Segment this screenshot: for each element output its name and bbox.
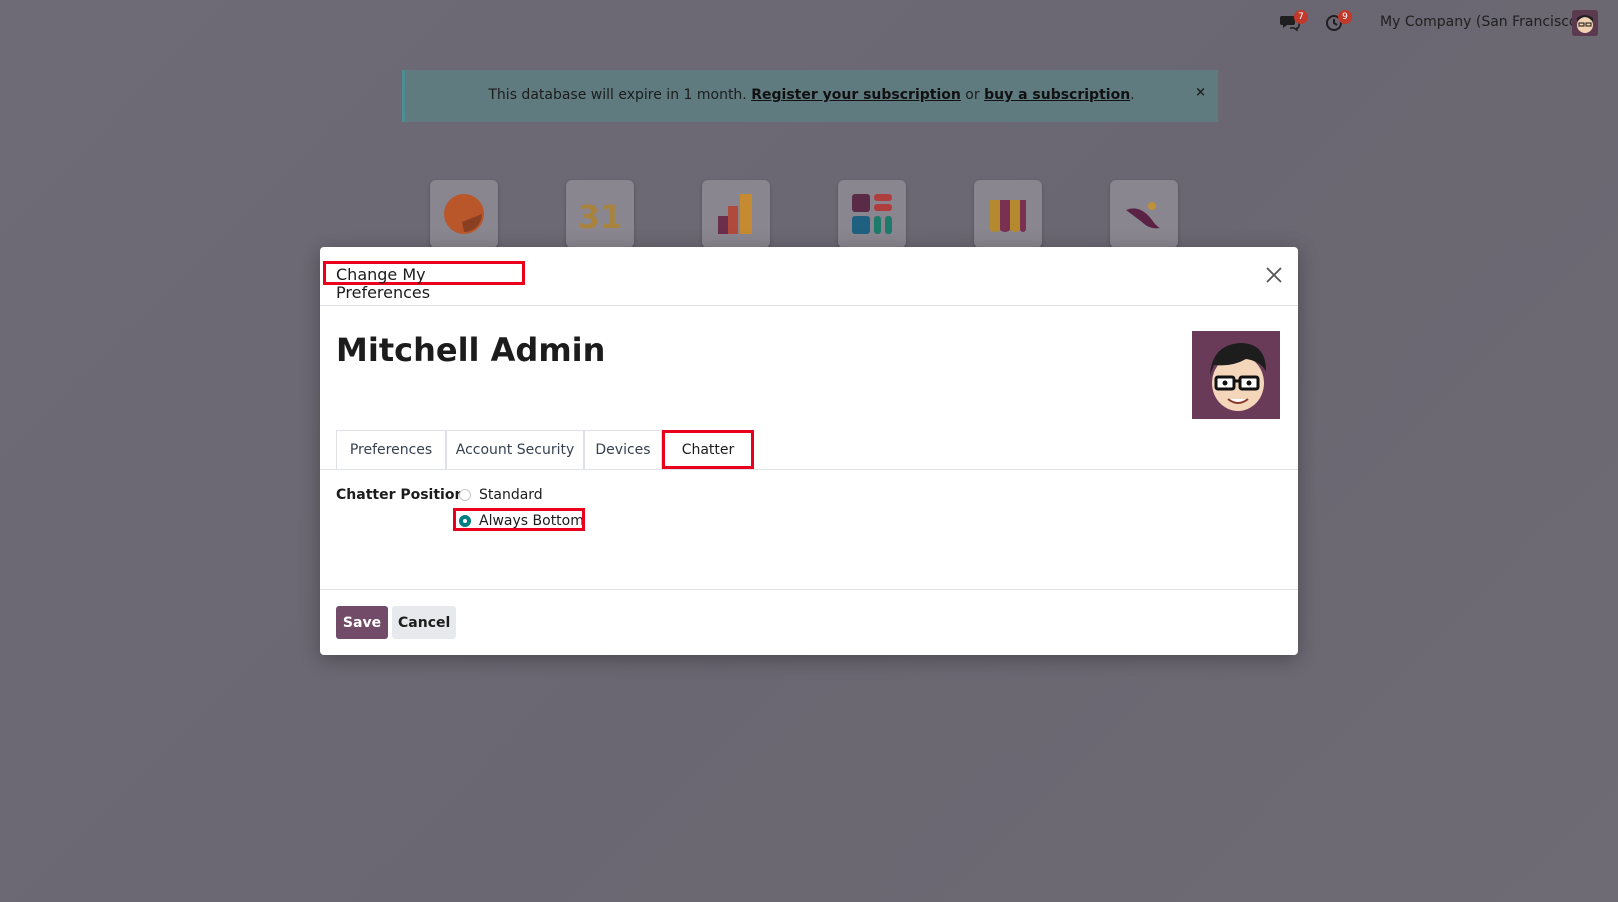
preferences-dialog: Change My Preferences Mitchell Admin Pre… xyxy=(320,247,1298,655)
app-dashboards[interactable] xyxy=(702,180,770,248)
app-apps[interactable] xyxy=(838,180,906,248)
app-discuss[interactable] xyxy=(430,180,498,248)
save-button[interactable]: Save xyxy=(336,606,388,639)
tab-preferences[interactable]: Preferences xyxy=(336,430,446,469)
quill-icon xyxy=(1126,202,1160,229)
messages-badge: 7 xyxy=(1294,10,1308,24)
chatter-position-label: Chatter Position xyxy=(336,487,465,503)
tab-devices[interactable]: Devices xyxy=(584,430,662,469)
user-photo[interactable] xyxy=(1192,331,1280,419)
shop-icon xyxy=(990,200,1026,232)
activities-button[interactable]: 9 xyxy=(1324,10,1352,36)
tabs-divider xyxy=(320,469,1298,470)
messages-button[interactable]: 7 xyxy=(1280,10,1308,36)
top-navbar: 7 9 My Company (San Francisco) xyxy=(0,0,1618,46)
company-switcher[interactable]: My Company (San Francisco) xyxy=(1380,14,1583,30)
svg-text:31: 31 xyxy=(578,198,622,236)
dashboards-icon xyxy=(718,194,752,234)
discuss-icon xyxy=(444,194,484,234)
tab-account-security[interactable]: Account Security xyxy=(446,430,584,469)
dialog-close-button[interactable] xyxy=(1264,265,1284,285)
tab-chatter[interactable]: Chatter xyxy=(662,430,754,469)
banner-close-button[interactable]: × xyxy=(1195,85,1206,100)
cancel-button[interactable]: Cancel xyxy=(392,606,456,639)
footer-divider xyxy=(320,589,1298,590)
user-name-heading: Mitchell Admin xyxy=(336,331,606,369)
register-subscription-link[interactable]: Register your subscription xyxy=(751,87,961,103)
avatar-icon xyxy=(1572,10,1598,36)
user-avatar-menu[interactable] xyxy=(1572,10,1598,36)
dialog-header: Change My Preferences xyxy=(320,247,1298,306)
activities-badge: 9 xyxy=(1338,10,1352,24)
user-avatar-image xyxy=(1192,331,1280,419)
highlight-always-bottom xyxy=(453,508,585,531)
calendar-icon: 31 xyxy=(578,198,622,236)
app-shop[interactable] xyxy=(974,180,1042,248)
apps-grid-icon xyxy=(852,194,892,234)
banner-text: This database will expire in 1 month. Re… xyxy=(488,87,1135,103)
close-icon xyxy=(1266,267,1282,283)
subscription-banner: This database will expire in 1 month. Re… xyxy=(402,70,1218,122)
radio-standard-label[interactable]: Standard xyxy=(479,487,543,503)
radio-standard[interactable] xyxy=(459,489,471,501)
buy-subscription-link[interactable]: buy a subscription xyxy=(984,87,1130,103)
dialog-title: Change My Preferences xyxy=(323,261,525,302)
app-calendar[interactable]: 31 xyxy=(566,180,634,248)
app-quill[interactable] xyxy=(1110,180,1178,248)
